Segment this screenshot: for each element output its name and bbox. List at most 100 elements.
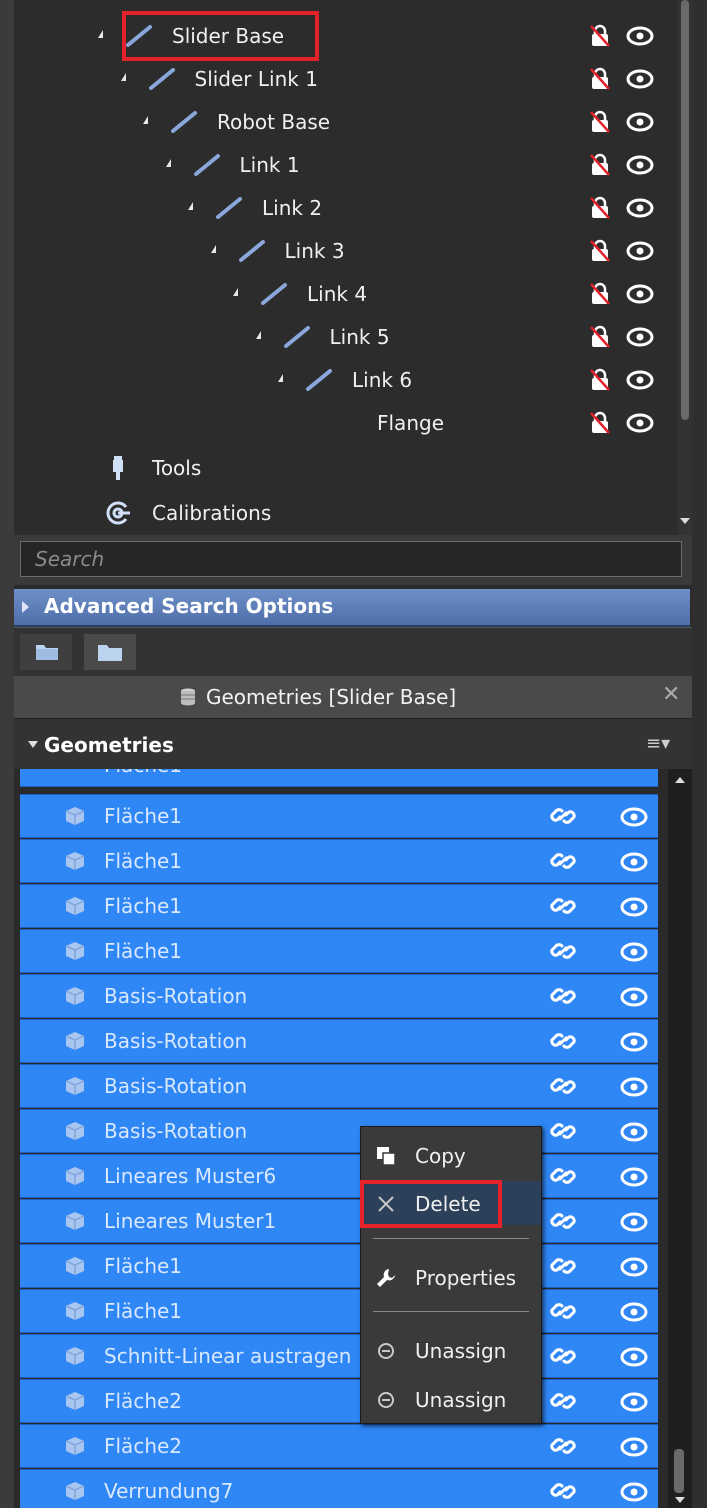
eye-icon[interactable] [626,413,654,433]
context-menu-unassign-2[interactable]: Unassign [361,1377,541,1421]
folder-button[interactable] [84,634,136,670]
chain-link-icon[interactable] [550,1028,576,1054]
tree-item[interactable]: Link 2 [14,188,674,228]
context-menu-copy[interactable]: Copy [361,1133,541,1177]
eye-icon[interactable] [620,1302,648,1322]
expand-arrow-icon[interactable] [233,288,238,296]
lock-disabled-icon[interactable] [588,282,612,306]
lock-disabled-icon[interactable] [588,67,612,91]
chain-link-icon[interactable] [550,1208,576,1234]
tree-scrollbar[interactable] [678,0,692,535]
expand-arrow-icon[interactable] [165,159,171,167]
geometry-row[interactable]: Fläche1 [20,884,658,928]
expand-arrow-icon[interactable] [143,116,148,124]
chain-link-icon[interactable] [550,983,576,1009]
geometry-row[interactable]: Basis-Rotation [20,1019,658,1063]
lock-disabled-icon[interactable] [588,239,612,263]
chain-link-icon[interactable] [550,1343,576,1369]
search-input[interactable] [20,541,682,577]
geometry-row[interactable]: Fläche1 [20,929,658,973]
eye-icon[interactable] [620,1437,648,1457]
geometry-row[interactable]: Fläche1 [20,839,658,883]
geometry-row[interactable]: Lineares Muster6 [20,1154,658,1198]
geometries-scrollbar[interactable] [668,769,692,1508]
lock-disabled-icon[interactable] [588,411,612,435]
geometry-row[interactable]: Schnitt-Linear austragen [20,1334,658,1378]
eye-icon[interactable] [620,1392,648,1412]
geometries-scrollbar-thumb[interactable] [674,1449,684,1493]
expand-arrow-icon[interactable] [255,331,261,339]
eye-icon[interactable] [620,1482,648,1502]
geometry-row[interactable]: Verrundung7 [20,1469,658,1508]
lock-disabled-icon[interactable] [588,325,612,349]
chain-link-icon[interactable] [550,1298,576,1324]
expand-arrow-icon[interactable] [188,202,193,210]
tree-item[interactable]: Link 1 [14,145,674,185]
tree-item[interactable]: Slider Base [14,16,674,56]
eye-icon[interactable] [620,807,648,827]
eye-icon[interactable] [620,1122,648,1142]
eye-icon[interactable] [620,1212,648,1232]
eye-icon[interactable] [620,1347,648,1367]
eye-icon[interactable] [620,1167,648,1187]
eye-icon[interactable] [626,198,654,218]
tree-item[interactable]: Slider Link 1 [14,59,674,99]
chain-link-icon[interactable] [550,803,576,829]
eye-icon[interactable] [626,284,654,304]
chain-link-icon[interactable] [550,848,576,874]
expand-arrow-icon[interactable] [278,374,283,382]
geometries-section-header[interactable]: Geometries ≡▾ [14,719,692,769]
geometry-row[interactable]: Basis-Rotation [20,1109,658,1153]
expand-arrow-icon[interactable] [98,30,103,38]
lock-disabled-icon[interactable] [588,24,612,48]
geometry-row[interactable]: Fläche2 [20,1379,658,1423]
eye-icon[interactable] [620,1032,648,1052]
tree-item-tools[interactable]: Tools [14,448,654,488]
eye-icon[interactable] [626,26,654,46]
eye-icon[interactable] [626,155,654,175]
context-menu-properties[interactable]: Properties [361,1255,541,1299]
geometry-row[interactable]: Lineares Muster1 [20,1199,658,1243]
open-folder-button[interactable] [20,634,72,670]
chain-link-icon[interactable] [550,893,576,919]
chain-link-icon[interactable] [550,1433,576,1459]
geometry-row[interactable]: Fläche1 [20,794,658,838]
chain-link-icon[interactable] [550,938,576,964]
eye-icon[interactable] [620,987,648,1007]
eye-icon[interactable] [626,112,654,132]
eye-icon[interactable] [620,1257,648,1277]
tree-item[interactable]: Link 4 [14,274,674,314]
list-menu-icon[interactable]: ≡▾ [646,733,670,754]
tree-item[interactable]: Link 6 [14,360,674,400]
context-menu-unassign[interactable]: Unassign [361,1328,541,1372]
eye-icon[interactable] [620,897,648,917]
scroll-up-icon[interactable] [675,777,685,783]
chain-link-icon[interactable] [550,1118,576,1144]
geometry-row[interactable]: Fläche1 [20,1244,658,1288]
eye-icon[interactable] [626,327,654,347]
eye-icon[interactable] [626,370,654,390]
eye-icon[interactable] [620,1077,648,1097]
eye-icon[interactable] [620,942,648,962]
expand-arrow-icon[interactable] [120,73,126,81]
lock-disabled-icon[interactable] [588,110,612,134]
tree-item[interactable]: Link 5 [14,317,674,357]
tree-item[interactable]: Link 3 [14,231,674,271]
eye-icon[interactable] [626,241,654,261]
close-icon[interactable]: ✕ [662,682,680,707]
chain-link-icon[interactable] [550,1163,576,1189]
chain-link-icon[interactable] [550,1388,576,1414]
eye-icon[interactable] [620,852,648,872]
geometry-row[interactable]: Basis-Rotation [20,1064,658,1108]
expand-arrow-icon[interactable] [210,245,216,253]
tree-item[interactable]: Robot Base [14,102,674,142]
chain-link-icon[interactable] [550,1253,576,1279]
eye-icon[interactable] [626,69,654,89]
chain-link-icon[interactable] [550,1478,576,1504]
tree-item-calibrations[interactable]: Calibrations [14,493,654,533]
chain-link-icon[interactable] [550,1073,576,1099]
lock-disabled-icon[interactable] [588,368,612,392]
geometry-row[interactable]: Basis-Rotation [20,974,658,1018]
geometry-row[interactable]: Fläche1 [20,1289,658,1333]
tree-scrollbar-thumb[interactable] [681,0,689,420]
